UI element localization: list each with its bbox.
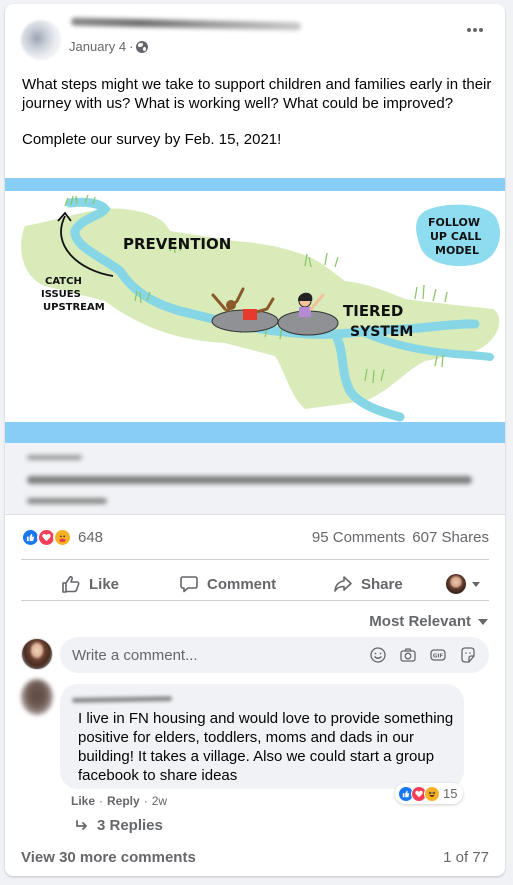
view-more-comments-link[interactable]: View 30 more comments — [21, 849, 196, 866]
post-paragraph: Complete our survey by Feb. 15, 2021! — [22, 131, 282, 148]
comment-timestamp[interactable]: 2w — [152, 794, 167, 808]
caret-down-icon — [478, 618, 488, 625]
link-preview[interactable] — [5, 443, 505, 515]
comment-like-link[interactable]: Like — [71, 794, 95, 808]
river-illustration: PREVENTION CATCH ISSUES UPSTREAM TIERED … — [21, 194, 500, 422]
label-upstream: UPSTREAM — [43, 302, 105, 313]
more-options-button[interactable] — [467, 28, 483, 32]
label-issues: ISSUES — [41, 289, 81, 300]
post-image[interactable]: PREVENTION CATCH ISSUES UPSTREAM TIERED … — [5, 178, 505, 443]
haha-reaction-icon — [424, 785, 440, 802]
label-model: MODEL — [435, 244, 479, 257]
commenter-avatar[interactable] — [21, 679, 53, 715]
label-up-call: UP CALL — [430, 230, 481, 243]
reply-arrow-icon — [76, 819, 87, 830]
share-button[interactable]: Share — [333, 566, 403, 602]
red-shorts — [243, 309, 257, 320]
like-label: Like — [89, 575, 120, 593]
comment-page-count: 1 of 77 — [443, 849, 489, 866]
person-head — [226, 300, 236, 310]
thumbs-up-icon — [62, 576, 80, 593]
care-reaction-icon — [53, 527, 72, 547]
dot-separator: · — [143, 794, 148, 808]
link-subtitle-redacted — [27, 498, 107, 504]
engagement-counts: 95 Comments 607 Shares — [312, 529, 489, 546]
divider — [21, 600, 489, 601]
caret-down-icon — [472, 581, 480, 587]
link-domain-redacted — [27, 455, 82, 460]
comment-bubble: I live in FN housing and would love to p… — [60, 684, 464, 789]
post-meta: January 4 · — [69, 39, 149, 54]
composer-icons: GIF — [369, 646, 477, 664]
comment-actions: Like · Reply · 2w — [71, 794, 167, 808]
view-replies-link[interactable]: 3 Replies — [75, 817, 163, 834]
speech-bubble-icon — [180, 576, 198, 593]
shares-count-link[interactable]: 607 Shares — [412, 529, 489, 546]
label-tiered: TIERED — [343, 302, 403, 320]
reaction-count: 648 — [78, 528, 104, 546]
label-system: SYSTEM — [350, 324, 413, 340]
gif-icon[interactable]: GIF — [429, 646, 447, 664]
reaction-summary[interactable]: 648 — [21, 527, 104, 547]
post-paragraph: What steps might we take to support chil… — [22, 76, 492, 112]
comment-text: I live in FN housing and would love to p… — [78, 710, 454, 784]
comment-reactions[interactable]: 15 — [395, 783, 464, 804]
comment-input-placeholder: Write a comment... — [72, 646, 198, 664]
dot-separator: · — [99, 794, 104, 808]
emoji-icon[interactable] — [369, 646, 387, 664]
divider — [21, 559, 489, 560]
author-avatar[interactable] — [21, 20, 61, 60]
comment-label: Comment — [207, 575, 277, 593]
comment-sort-dropdown[interactable]: Most Relevant — [369, 613, 488, 630]
meta-separator: · — [129, 39, 134, 54]
label-catch: CATCH — [45, 276, 82, 287]
like-button[interactable]: Like — [61, 566, 119, 602]
react-as-selector[interactable] — [446, 566, 480, 602]
label-follow: FOLLOW — [428, 216, 480, 229]
comment-input[interactable]: Write a comment... GIF — [60, 637, 489, 673]
replies-label: 3 Replies — [97, 817, 163, 834]
more-dot — [479, 28, 483, 32]
author-name-redacted[interactable] — [70, 17, 302, 31]
more-horizontal-icon — [467, 28, 471, 32]
comments-count-link[interactable]: 95 Comments — [312, 529, 405, 546]
share-arrow-icon — [334, 576, 352, 592]
comment-button[interactable]: Comment — [179, 566, 276, 602]
post-actions: Like Comment Share — [21, 564, 489, 604]
commenter-name-redacted[interactable] — [71, 696, 173, 703]
purple-top — [299, 307, 311, 317]
label-prevention: PREVENTION — [123, 235, 231, 253]
post-date[interactable]: January 4 — [69, 39, 126, 54]
post-text: What steps might we take to support chil… — [22, 76, 492, 150]
user-avatar — [446, 574, 466, 594]
globe-icon — [136, 40, 149, 53]
image-band-top — [5, 178, 505, 191]
link-title-redacted — [27, 476, 472, 484]
comment-reply-link[interactable]: Reply — [107, 794, 140, 808]
image-band-bottom — [5, 422, 505, 443]
sort-label: Most Relevant — [369, 613, 471, 630]
camera-icon[interactable] — [399, 646, 417, 664]
comment-reaction-count: 15 — [443, 786, 458, 801]
more-dot — [473, 28, 477, 32]
share-label: Share — [361, 575, 403, 593]
sticker-icon[interactable] — [459, 646, 477, 664]
post-stats: 648 95 Comments 607 Shares — [21, 525, 489, 549]
post-card: January 4 · What steps might we take to … — [5, 4, 505, 876]
svg-text:GIF: GIF — [433, 654, 444, 660]
current-user-avatar[interactable] — [21, 638, 53, 670]
